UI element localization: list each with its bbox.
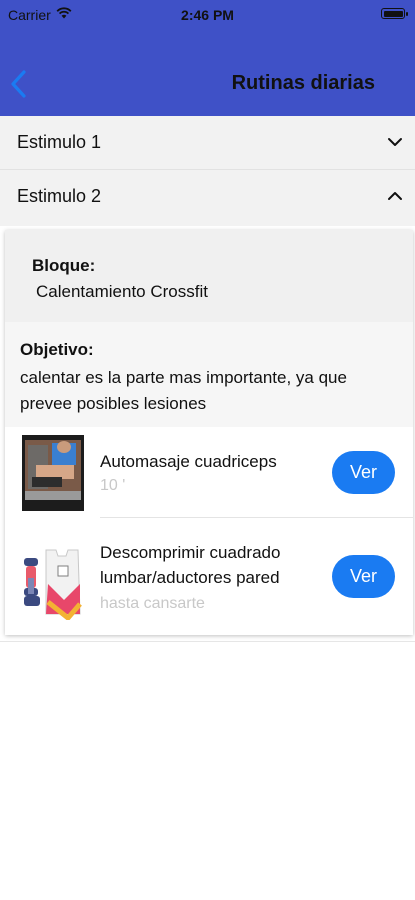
exercise-item[interactable]: Descomprimir cuadrado lumbar/aductores p…: [5, 518, 413, 635]
block-section: Bloque: Calentamiento Crossfit: [5, 230, 413, 322]
accordion-item-estimulo-1[interactable]: Estimulo 1: [0, 116, 415, 170]
exercise-thumbnail: [22, 544, 84, 622]
divider: [0, 641, 415, 642]
accordion-label: Estimulo 1: [17, 132, 102, 152]
chevron-left-icon: [11, 70, 26, 98]
status-time: 2:46 PM: [181, 7, 234, 23]
page-title: Rutinas diarias: [231, 72, 375, 94]
exercise-title: Descomprimir cuadrado lumbar/aductores p…: [100, 543, 281, 587]
block-value: Calentamiento Crossfit: [36, 282, 208, 301]
ver-button[interactable]: Ver: [332, 451, 395, 494]
block-title: Bloque:: [32, 256, 96, 275]
status-bar: Carrier 2:46 PM: [0, 0, 415, 30]
accordion-label: Estimulo 2: [17, 186, 102, 206]
objective-title: Objetivo:: [20, 340, 94, 359]
routine-card: Bloque: Calentamiento Crossfit Objetivo:…: [5, 230, 413, 635]
battery-icon: [381, 8, 408, 19]
accordion-item-estimulo-2[interactable]: Estimulo 2: [0, 170, 415, 224]
exercise-subtitle: hasta cansarte: [100, 595, 205, 612]
chevron-up-icon: [388, 192, 402, 200]
chevron-down-icon: [388, 138, 402, 146]
exercise-item[interactable]: Automasaje cuadriceps 10 ' Ver: [5, 427, 413, 517]
objective-section: Objetivo: calentar es la parte mas impor…: [5, 322, 413, 427]
objective-text: calentar es la parte mas importante, ya …: [20, 368, 347, 413]
back-button[interactable]: [8, 68, 30, 100]
exercise-title: Automasaje cuadriceps: [100, 452, 277, 471]
exercise-subtitle: 10 ': [100, 477, 126, 494]
ver-button[interactable]: Ver: [332, 555, 395, 598]
exercise-thumbnail: [22, 435, 84, 511]
